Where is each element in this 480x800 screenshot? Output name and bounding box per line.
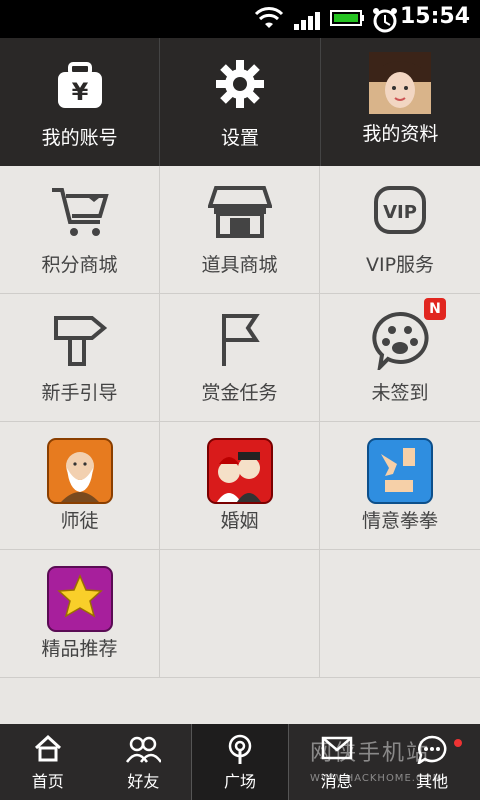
check-in-label: 未签到 [371, 382, 429, 404]
bounty-task-button[interactable]: 赏金任务 [160, 294, 320, 422]
rock-paper-scissors-button[interactable]: 情意拳拳 [320, 422, 480, 550]
my-profile-button[interactable]: 我的资料 [321, 38, 480, 166]
grid-empty-2 [320, 550, 480, 678]
alarm-icon [373, 8, 397, 33]
star-app-icon [46, 566, 113, 632]
marriage-button[interactable]: 婚姻 [160, 422, 320, 550]
status-time: 15:54 [399, 4, 470, 29]
svg-text:VIP: VIP [383, 202, 417, 223]
shopping-cart-icon [51, 188, 109, 236]
broadcast-icon [228, 734, 252, 764]
recommended-label: 精品推荐 [41, 638, 118, 660]
vip-icon: VIP [374, 186, 426, 234]
settings-label: 设置 [220, 127, 259, 149]
watermark-url: WWW.HACKHOME.COM [310, 773, 443, 784]
newbie-guide-button[interactable]: 新手引导 [0, 294, 160, 422]
vip-service-button[interactable]: VIP VIP服务 [320, 166, 480, 294]
tab-home[interactable]: 首页 [0, 724, 96, 800]
mentor-app-icon [46, 438, 113, 504]
friends-icon [126, 736, 162, 763]
recommended-button[interactable]: 精品推荐 [0, 550, 160, 678]
status-bar: 15:54 [0, 0, 480, 38]
tab-friends[interactable]: 好友 [96, 724, 192, 800]
battery-icon [330, 10, 364, 26]
grid-empty-1 [160, 550, 320, 678]
my-account-label: 我的账号 [41, 127, 118, 149]
top-menu: ¥ 我的账号 设置 我的资料 [0, 38, 480, 166]
avatar [369, 52, 432, 114]
bounty-task-label: 赏金任务 [201, 382, 278, 404]
settings-button[interactable]: 设置 [160, 38, 321, 166]
points-mall-label: 积分商城 [41, 254, 118, 276]
home-icon [34, 734, 61, 762]
vip-service-label: VIP服务 [365, 254, 435, 276]
mentor-button[interactable]: 师徒 [0, 422, 160, 550]
my-account-button[interactable]: ¥ 我的账号 [0, 38, 161, 166]
mentor-label: 师徒 [60, 510, 99, 532]
gear-icon [215, 60, 264, 108]
tab-plaza-label: 广场 [223, 772, 256, 791]
marriage-app-icon [206, 438, 273, 504]
flag-icon [221, 314, 260, 366]
marriage-label: 婚姻 [220, 510, 259, 532]
points-mall-button[interactable]: 积分商城 [0, 166, 160, 294]
wifi-icon [254, 7, 284, 28]
hands-app-icon [367, 438, 433, 504]
item-mall-label: 道具商城 [201, 254, 278, 276]
item-mall-button[interactable]: 道具商城 [160, 166, 320, 294]
rock-paper-scissors-label: 情意拳拳 [361, 510, 438, 532]
tab-friends-label: 好友 [127, 772, 160, 791]
svg-text:¥: ¥ [71, 78, 88, 106]
paw-icon [372, 311, 429, 370]
tab-plaza[interactable]: 广场 [191, 724, 289, 800]
watermark-title: 网侠手机站 [310, 741, 431, 766]
watermark: 网侠手机站 WWW.HACKHOME.COM [310, 735, 480, 795]
new-badge: N [424, 298, 446, 320]
store-icon [207, 186, 272, 238]
newbie-guide-label: 新手引导 [41, 382, 118, 404]
signpost-icon [53, 316, 107, 366]
tab-home-label: 首页 [31, 772, 64, 791]
feature-grid: 积分商城 道具商城 VIP VIP服务 新手引导 赏金任务 未签到 师徒 婚姻 … [0, 166, 480, 678]
check-in-button[interactable]: 未签到 [320, 294, 480, 422]
signal-icon [294, 12, 320, 30]
my-profile-label: 我的资料 [362, 123, 439, 145]
wallet-icon: ¥ [57, 62, 102, 108]
